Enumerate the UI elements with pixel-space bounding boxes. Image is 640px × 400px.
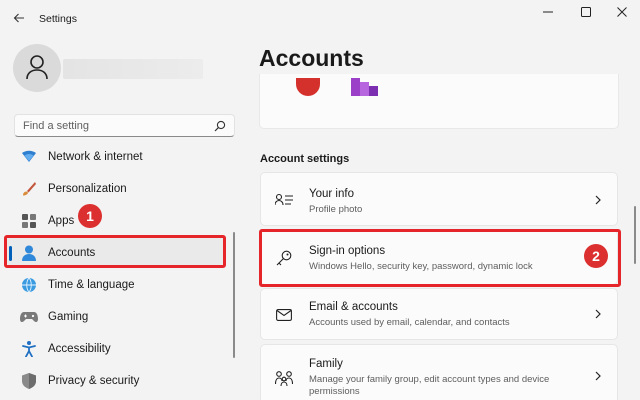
card-family[interactable]: Family Manage your family group, edit ac… [260,344,618,400]
sidebar-item-time-language[interactable]: Time & language [4,270,226,300]
globe-clock-icon [20,276,38,294]
section-label-account-settings: Account settings [260,153,350,165]
paintbrush-icon [20,180,38,198]
back-arrow-icon [13,12,25,27]
search-box[interactable] [14,114,235,137]
sidebar-item-personalization[interactable]: Personalization [4,174,226,204]
accessibility-icon [20,340,38,358]
main-scrollbar[interactable] [634,206,636,264]
app-title: Settings [39,13,77,25]
mail-icon [275,306,293,324]
card-your-info[interactable]: Your info Profile photo [260,172,618,226]
page-title: Accounts [259,45,364,71]
chevron-right-icon [593,194,603,206]
close-icon [617,6,627,20]
card-email-accounts[interactable]: Email & accounts Accounts used by email,… [260,288,618,340]
avatar[interactable] [13,44,61,92]
partial-app-icon-purple [351,78,378,96]
sidebar-item-accessibility[interactable]: Accessibility [4,334,226,364]
chevron-right-icon [593,308,603,320]
sidebar-item-gaming[interactable]: Gaming [4,302,226,332]
step-badge-2: 2 [584,244,608,268]
minimize-button[interactable] [530,2,566,24]
close-button[interactable] [604,2,640,24]
family-icon [275,369,293,387]
user-avatar-icon [25,54,49,83]
sidebar-item-network[interactable]: Network & internet [4,142,226,172]
card-title: Family [309,358,343,370]
card-title: Your info [309,188,354,200]
gamepad-icon [20,308,38,326]
chevron-right-icon [593,370,603,382]
sidebar-scrollbar[interactable] [233,232,235,358]
accounts-highlight-box [4,235,226,268]
step-badge-1: 1 [78,204,102,228]
card-subtitle: Accounts used by email, calendar, and co… [309,317,510,328]
sign-in-options-highlight-box [259,229,621,287]
person-card-icon [275,191,293,209]
card-subtitle: Profile photo [309,204,363,215]
maximize-icon [581,6,591,20]
search-icon[interactable] [214,120,226,132]
card-title: Email & accounts [309,301,398,313]
sidebar-item-privacy-security[interactable]: Privacy & security [4,366,226,396]
wifi-icon [20,148,38,166]
sidebar-item-apps[interactable]: Apps [4,206,226,236]
minimize-icon [543,6,553,20]
title-bar: Settings [0,0,640,38]
apps-grid-icon [20,212,38,230]
shield-icon [20,372,38,390]
partial-app-icon-red [296,78,320,96]
search-input[interactable] [23,118,203,134]
maximize-button[interactable] [568,2,604,24]
user-name-redacted [63,59,203,79]
account-card-partial [259,74,619,129]
back-button[interactable] [8,8,30,30]
card-subtitle: Manage your family group, edit account t… [309,374,550,397]
